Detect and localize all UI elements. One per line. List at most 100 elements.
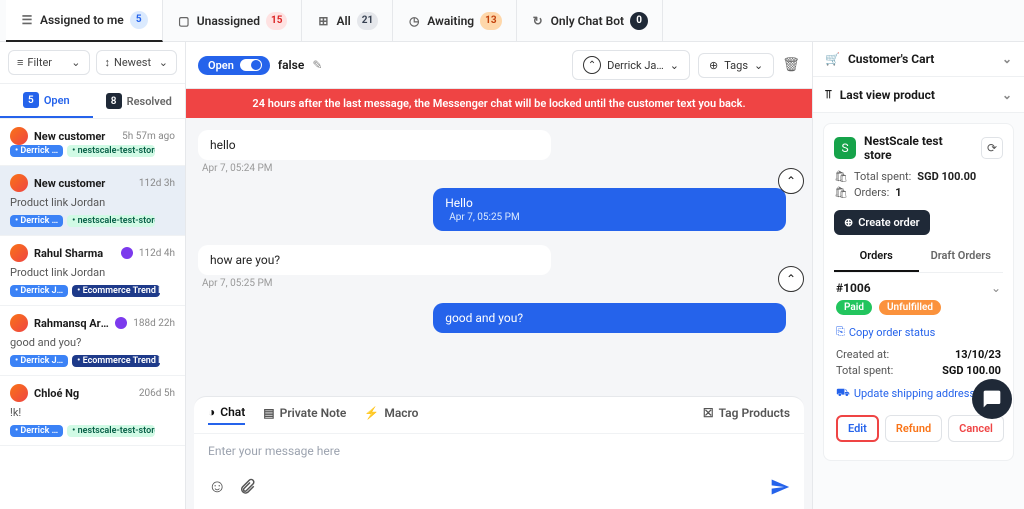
- tag-pill: • Ecommerce Trend Nes…: [72, 355, 160, 367]
- conversation-item[interactable]: New customer112d 3hProduct link Jordan• …: [0, 166, 185, 236]
- chevron-down-icon: ⌄: [670, 59, 679, 72]
- message: hello Apr 7, 05:24 PM: [198, 130, 551, 174]
- filter-button[interactable]: ≡Filter ⌄: [8, 50, 90, 75]
- tab-count: 0: [630, 12, 648, 30]
- tag-pill: • Derrick …: [10, 215, 63, 227]
- tag-pill: • nestscale-test-store.my…: [67, 145, 155, 157]
- tag-pill: • Derrick J…: [10, 285, 68, 297]
- accordion-cart[interactable]: 🛒 Customer's Cart ⌄: [813, 42, 1024, 77]
- scroll-down-button[interactable]: ⌃: [778, 266, 804, 292]
- tab-chatbot[interactable]: ↻ Only Chat Bot 0: [517, 0, 663, 42]
- bag-icon: 🛍: [834, 186, 848, 199]
- message: HelloApr 7, 05:25 PM: [433, 188, 786, 231]
- message: how are you?Apr 7, 05:25 PM: [198, 245, 551, 289]
- clock-icon: ◷: [407, 14, 421, 28]
- tag-pill: • nestscale-test-store.my…: [67, 215, 155, 227]
- tag-pill: • Derrick J…: [10, 355, 68, 367]
- chat-panel: Open false ✎ ⌃ Derrick Ja… ⌄ ⊕ Tags ⌄ 🗑: [186, 42, 812, 509]
- chevron-down-icon: ⌄: [754, 59, 763, 72]
- archive-icon: ☒: [703, 406, 714, 420]
- conversation-sidebar: ≡Filter ⌄ ↕Newest ⌄ 5 Open 8 Resolved Ne: [0, 42, 186, 509]
- filter-icon: ≡: [17, 56, 23, 69]
- order-id: #1006: [836, 281, 985, 295]
- sort-button[interactable]: ↕Newest ⌄: [96, 50, 178, 75]
- plus-icon: ⊕: [844, 216, 853, 229]
- conv-preview: Product link Jordan: [10, 266, 175, 279]
- chevron-down-icon: ⌄: [1002, 52, 1012, 66]
- tag-pill: • nestscale-test-store.my…: [67, 425, 155, 437]
- avatar: [10, 174, 28, 192]
- avatar: [10, 244, 28, 262]
- truck-icon: ⛟: [836, 386, 850, 401]
- tab-count: 5: [130, 11, 148, 29]
- chevron-down-icon[interactable]: ⌄: [991, 281, 1001, 295]
- conversation-item[interactable]: Chloé Ng206d 5h!k!• Derrick …• nestscale…: [0, 376, 185, 446]
- avatar: [10, 314, 28, 332]
- tab-all[interactable]: ⊞ All 21: [302, 0, 393, 42]
- user-icon: ☰: [20, 13, 34, 27]
- tab-awaiting[interactable]: ◷ Awaiting 13: [393, 0, 516, 42]
- tab-assigned-to-me[interactable]: ☰ Assigned to me 5: [6, 0, 163, 42]
- update-shipping-address[interactable]: ⛟Update shipping address: [836, 386, 975, 401]
- edit-button[interactable]: Edit: [836, 415, 879, 442]
- sidebar-tab-resolved[interactable]: 8 Resolved: [93, 84, 186, 118]
- emoji-button[interactable]: ☺: [208, 476, 226, 497]
- conversation-item[interactable]: Rahmansq Arch188d 22hgood and you?• Derr…: [0, 306, 185, 376]
- message-bubble: hello: [198, 130, 551, 160]
- tab-label: All: [336, 14, 350, 28]
- delete-icon[interactable]: 🗑: [782, 57, 800, 73]
- chevron-down-icon: ⌄: [159, 56, 168, 69]
- assignee-dropdown[interactable]: ⌃ Derrick Ja… ⌄: [572, 50, 690, 80]
- conv-name: Chloé Ng: [34, 387, 133, 400]
- tab-orders[interactable]: Orders: [834, 241, 919, 272]
- tab-count: 15: [266, 12, 287, 30]
- composer-tab-chat[interactable]: ◑Chat: [208, 405, 245, 425]
- tag-icon: ⊕: [709, 59, 718, 72]
- refund-button[interactable]: Refund: [885, 415, 942, 442]
- edit-icon[interactable]: ✎: [312, 58, 322, 72]
- conv-time: 188d 22h: [133, 318, 175, 329]
- store-name: NestScale test store: [864, 134, 973, 162]
- tag-pill: • Derrick …: [10, 145, 63, 157]
- send-button[interactable]: [770, 477, 790, 497]
- composer-tab-macro[interactable]: ⚡Macro: [364, 406, 418, 424]
- tab-count: 21: [357, 12, 378, 30]
- tab-label: Assigned to me: [40, 13, 124, 27]
- grid-icon: ⊞: [316, 14, 330, 28]
- conv-preview: Product link Jordan: [10, 196, 175, 209]
- tag-products-button[interactable]: ☒Tag Products: [703, 406, 790, 424]
- tab-unassigned[interactable]: ▢ Unassigned 15: [163, 0, 303, 42]
- tab-draft-orders[interactable]: Draft Orders: [919, 241, 1004, 272]
- sidebar-tab-open[interactable]: 5 Open: [0, 84, 93, 118]
- message-text: Hello: [445, 196, 774, 210]
- status-toggle[interactable]: Open: [198, 56, 270, 75]
- chart-icon: ⫪: [825, 87, 832, 102]
- message-input[interactable]: [208, 444, 790, 458]
- cancel-button[interactable]: Cancel: [948, 415, 1004, 442]
- warning-banner: 24 hours after the last message, the Mes…: [186, 89, 812, 118]
- conv-name: Rahul Sharma: [34, 247, 115, 260]
- conv-preview: !k!: [10, 406, 175, 419]
- message-text: good and you?: [445, 311, 774, 325]
- attach-button[interactable]: [238, 478, 256, 496]
- tags-dropdown[interactable]: ⊕ Tags ⌄: [698, 53, 774, 78]
- top-tab-bar: ☰ Assigned to me 5 ▢ Unassigned 15 ⊞ All…: [0, 0, 1024, 42]
- message-time: Apr 7, 05:24 PM: [198, 163, 551, 174]
- conv-time: 112d 3h: [139, 178, 175, 189]
- refresh-button[interactable]: ⟳: [981, 137, 1003, 159]
- conversation-item[interactable]: Rahul Sharma 112d 4h Product link Jordan • …: [0, 236, 185, 306]
- conv-time: 206d 5h: [139, 388, 175, 399]
- bag-icon: 🛍: [834, 170, 848, 183]
- tag-pill: • Ecommerce Trend Nes…: [72, 285, 160, 297]
- status-unfulfilled: Unfulfilled: [879, 300, 941, 315]
- composer-tab-note[interactable]: ▤Private Note: [263, 406, 346, 424]
- tab-label: Unassigned: [197, 14, 260, 28]
- conversation-item[interactable]: New customer5h 57m ago• Derrick …• nests…: [0, 119, 185, 166]
- chat-fab[interactable]: [972, 379, 1012, 419]
- scroll-up-button[interactable]: ⌃: [778, 168, 804, 194]
- create-order-button[interactable]: ⊕Create order: [834, 210, 930, 235]
- copy-order-status[interactable]: ⎘Copy order status: [836, 325, 935, 339]
- conv-time: 112d 4h: [139, 248, 175, 259]
- messenger-icon: [115, 317, 127, 329]
- accordion-last-view[interactable]: ⫪ Last view product ⌄: [813, 77, 1024, 113]
